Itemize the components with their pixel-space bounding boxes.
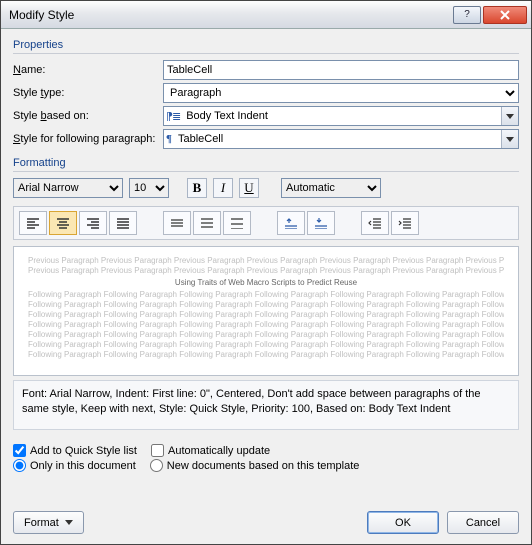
- based-on-select[interactable]: ⁋≣ Body Text Indent: [163, 106, 519, 126]
- align-justify-button[interactable]: [109, 211, 137, 235]
- preview-following: Following Paragraph Following Paragraph …: [28, 310, 504, 319]
- preview-following: Following Paragraph Following Paragraph …: [28, 340, 504, 349]
- window-title: Modify Style: [1, 8, 74, 22]
- new-documents-input[interactable]: [150, 459, 163, 472]
- space-before-inc-button[interactable]: [277, 211, 305, 235]
- preview-following: Following Paragraph Following Paragraph …: [28, 290, 504, 299]
- preview-following: Following Paragraph Following Paragraph …: [28, 330, 504, 339]
- close-button[interactable]: [483, 6, 527, 24]
- following-select[interactable]: ¶ TableCell: [163, 129, 519, 149]
- line-spacing-1-button[interactable]: [163, 211, 191, 235]
- align-center-button[interactable]: [49, 211, 77, 235]
- add-quick-style-input[interactable]: [13, 444, 26, 457]
- align-left-button[interactable]: [19, 211, 47, 235]
- font-size-select[interactable]: 10: [129, 178, 169, 198]
- preview-following: Following Paragraph Following Paragraph …: [28, 320, 504, 329]
- preview-sample-text: Using Traits of Web Macro Scripts to Pre…: [28, 278, 504, 287]
- following-value: TableCell: [178, 133, 223, 145]
- style-preview: Previous Paragraph Previous Paragraph Pr…: [13, 246, 519, 376]
- only-this-document-input[interactable]: [13, 459, 26, 472]
- indent-decrease-button[interactable]: [361, 211, 389, 235]
- format-menu-button[interactable]: Format: [13, 511, 84, 534]
- font-toolbar: Arial Narrow 10 B I U Automatic: [13, 178, 519, 198]
- formatting-label: Formatting: [13, 157, 519, 169]
- style-description: Font: Arial Narrow, Indent: First line: …: [13, 380, 519, 430]
- auto-update-checkbox[interactable]: Automatically update: [151, 444, 270, 457]
- preview-previous: Previous Paragraph Previous Paragraph Pr…: [28, 256, 504, 265]
- only-this-document-radio[interactable]: Only in this document: [13, 459, 136, 472]
- following-label: Style for following paragraph:: [13, 133, 163, 145]
- help-button[interactable]: ?: [453, 6, 481, 24]
- underline-button[interactable]: U: [239, 178, 259, 198]
- based-on-label: Style based on:: [13, 110, 163, 122]
- chevron-down-icon: [501, 107, 518, 125]
- style-type-label: Style type:: [13, 87, 163, 99]
- add-quick-style-checkbox[interactable]: Add to Quick Style list: [13, 444, 137, 457]
- chevron-down-icon: [501, 130, 518, 148]
- align-right-button[interactable]: [79, 211, 107, 235]
- font-name-select[interactable]: Arial Narrow: [13, 178, 123, 198]
- based-on-value: Body Text Indent: [186, 110, 268, 122]
- preview-following: Following Paragraph Following Paragraph …: [28, 350, 504, 359]
- preview-following: Following Paragraph Following Paragraph …: [28, 300, 504, 309]
- line-spacing-2-button[interactable]: [223, 211, 251, 235]
- cancel-button[interactable]: Cancel: [447, 511, 519, 534]
- ok-button[interactable]: OK: [367, 511, 439, 534]
- bold-button[interactable]: B: [187, 178, 207, 198]
- properties-label: Properties: [13, 39, 519, 51]
- auto-update-input[interactable]: [151, 444, 164, 457]
- new-documents-radio[interactable]: New documents based on this template: [150, 459, 360, 472]
- pilcrow-icon: ¶: [166, 133, 172, 145]
- modify-style-dialog: Modify Style ? Properties Name: Style ty…: [0, 0, 532, 545]
- chevron-down-icon: [65, 520, 73, 525]
- line-spacing-1-5-button[interactable]: [193, 211, 221, 235]
- name-input[interactable]: [163, 60, 519, 80]
- name-label: Name:: [13, 64, 163, 76]
- space-before-dec-button[interactable]: [307, 211, 335, 235]
- indent-increase-button[interactable]: [391, 211, 419, 235]
- italic-button[interactable]: I: [213, 178, 233, 198]
- paragraph-indent-icon: ⁋≣: [166, 110, 180, 123]
- preview-previous: Previous Paragraph Previous Paragraph Pr…: [28, 266, 504, 275]
- style-type-select[interactable]: Paragraph: [163, 83, 519, 103]
- title-bar: Modify Style ?: [1, 1, 531, 29]
- font-color-select[interactable]: Automatic: [281, 178, 381, 198]
- paragraph-toolbar: [13, 206, 519, 240]
